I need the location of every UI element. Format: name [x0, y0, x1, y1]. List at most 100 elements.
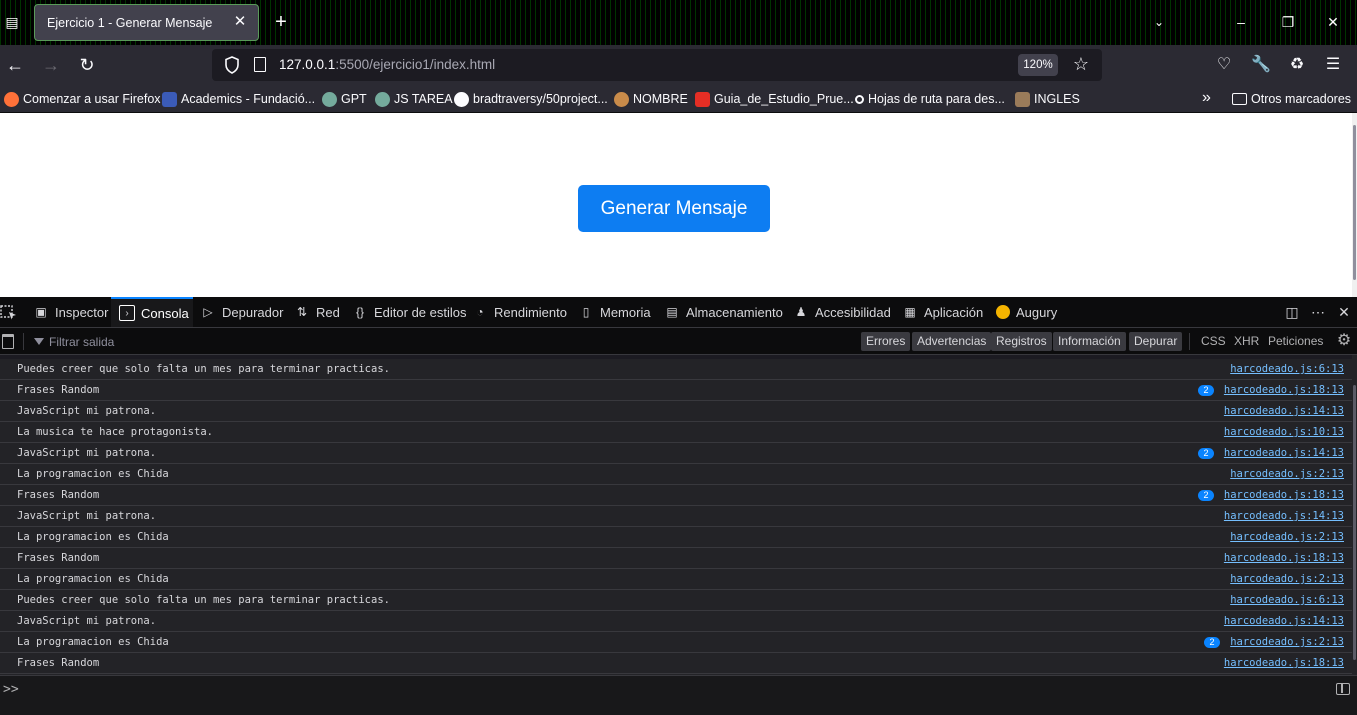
source-location-link[interactable]: harcodeado.js:2:13: [1230, 527, 1344, 547]
source-location-link[interactable]: harcodeado.js:6:13: [1230, 590, 1344, 610]
source-location-link[interactable]: harcodeado.js:18:13: [1224, 548, 1344, 568]
console-message-text: Puedes creer que solo falta un mes para …: [17, 594, 390, 606]
zoom-level[interactable]: 120%: [1018, 54, 1058, 76]
source-location-link[interactable]: harcodeado.js:2:13: [1230, 464, 1344, 484]
pocket-icon[interactable]: ♡: [1213, 54, 1235, 76]
bookmark-item[interactable]: Comenzar a usar Firefox: [4, 90, 161, 108]
trash-icon[interactable]: [2, 334, 14, 349]
bookmark-item[interactable]: NOMBRE: [614, 90, 688, 108]
extensions-icon[interactable]: ♻: [1286, 54, 1308, 76]
bookmark-star-icon[interactable]: ☆: [1070, 53, 1092, 75]
filter-input[interactable]: Filtrar salida: [34, 333, 114, 350]
forward-arrow-icon[interactable]: →: [40, 54, 62, 76]
editor-mode-icon[interactable]: [1336, 683, 1350, 695]
console-message-text: JavaScript mi patrona.: [17, 405, 157, 417]
source-location-link[interactable]: harcodeado.js:2:13: [1230, 632, 1344, 652]
bookmark-item[interactable]: GPT: [322, 90, 367, 108]
level-errors-button[interactable]: Errores: [861, 332, 911, 351]
generate-message-button[interactable]: Generar Mensaje: [578, 185, 770, 232]
tab-application[interactable]: ▦ Aplicación: [902, 297, 983, 327]
tab-augury[interactable]: Augury: [996, 297, 1057, 327]
source-location-link[interactable]: harcodeado.js:14:13: [1224, 443, 1344, 463]
filter-xhr-button[interactable]: XHR: [1234, 332, 1259, 351]
gear-icon[interactable]: ⚙: [1334, 331, 1354, 351]
console-message: JavaScript mi patrona. 2 harcodeado.js:14:…: [0, 443, 1352, 464]
chatgpt-icon: [322, 91, 337, 107]
accessibility-icon: ♟: [795, 305, 807, 319]
console-message-text: Frases Random: [17, 552, 100, 564]
memory-icon: ▯: [582, 305, 590, 319]
repeat-count-badge: 2: [1198, 448, 1214, 459]
chevron-down-icon[interactable]: ⌄: [1150, 11, 1168, 33]
repeat-count-badge: 2: [1198, 385, 1214, 396]
tab-performance[interactable]: ◔ Rendimiento: [472, 297, 567, 327]
bookmark-item[interactable]: INGLES: [1015, 90, 1080, 108]
source-location-link[interactable]: harcodeado.js:18:13: [1224, 380, 1344, 400]
source-location-link[interactable]: harcodeado.js:6:13: [1230, 359, 1344, 379]
bookmark-item[interactable]: Academics - Fundació...: [162, 90, 315, 108]
restore-icon[interactable]: ❐: [1277, 11, 1299, 33]
close-window-icon[interactable]: ✕: [1322, 11, 1344, 33]
source-location-link[interactable]: harcodeado.js:18:13: [1224, 653, 1344, 673]
console-message-text: Frases Random: [17, 384, 100, 396]
element-picker-icon[interactable]: [0, 303, 18, 321]
minimize-icon[interactable]: –: [1230, 11, 1252, 33]
page-scrollbar[interactable]: [1352, 113, 1357, 297]
level-warnings-button[interactable]: Advertencias: [912, 332, 992, 351]
level-debug-button[interactable]: Depurar: [1129, 332, 1183, 351]
tab-console[interactable]: › Consola: [111, 297, 193, 327]
dock-toggle-icon[interactable]: ◫: [1282, 302, 1302, 322]
tab-memory[interactable]: ▯ Memoria: [578, 297, 651, 327]
browser-tab[interactable]: Ejercicio 1 - Generar Mensaje ✕: [34, 4, 259, 41]
more-options-icon[interactable]: ⋯: [1308, 302, 1328, 322]
source-location-link[interactable]: harcodeado.js:10:13: [1224, 422, 1344, 442]
bookmark-item[interactable]: Hojas de ruta para des...: [855, 90, 1005, 108]
tab-storage[interactable]: ▤ Almacenamiento: [664, 297, 783, 327]
tab-accessibility[interactable]: ♟ Accesibilidad: [793, 297, 891, 327]
tab-strip: ▤ Ejercicio 1 - Generar Mensaje ✕ + ⌄ – …: [0, 0, 1357, 45]
console-toolbar: Filtrar salida Errores Advertencias Regi…: [0, 328, 1357, 355]
shield-icon[interactable]: [224, 56, 240, 74]
tab-list-icon[interactable]: ▤: [3, 13, 21, 31]
page-icon: [254, 57, 266, 72]
bookmarks-toolbar: Comenzar a usar Firefox Academics - Fund…: [0, 85, 1357, 113]
console-message: Frases Random harcodeado.js:18:13: [0, 548, 1352, 569]
source-location-link[interactable]: harcodeado.js:18:13: [1224, 485, 1344, 505]
console-message: JavaScript mi patrona. harcodeado.js:14:1…: [0, 611, 1352, 632]
console-message: Puedes creer que solo falta un mes para …: [0, 359, 1352, 380]
menu-icon[interactable]: ☰: [1322, 54, 1344, 76]
console-input[interactable]: >>: [0, 675, 1357, 715]
url-text[interactable]: 127.0.0.1:5500/ejercicio1/index.html: [279, 57, 495, 72]
tab-network[interactable]: ⇅ Red: [294, 297, 340, 327]
unam-icon: [1015, 91, 1030, 107]
filter-requests-button[interactable]: Peticiones: [1268, 332, 1323, 351]
bookmark-item[interactable]: Guia_de_Estudio_Prue...: [695, 90, 854, 108]
new-tab-icon[interactable]: +: [270, 11, 292, 33]
other-bookmarks[interactable]: Otros marcadores: [1232, 90, 1351, 108]
chevron-right-icon[interactable]: »: [1202, 89, 1211, 107]
back-arrow-icon[interactable]: ←: [4, 54, 26, 76]
filter-css-button[interactable]: CSS: [1201, 332, 1226, 351]
level-logs-button[interactable]: Registros: [991, 332, 1052, 351]
tab-inspector[interactable]: ▣ Inspector: [33, 297, 108, 327]
navigation-toolbar: ← → ↻ 127.0.0.1:5500/ejercicio1/index.ht…: [0, 45, 1357, 85]
close-devtools-icon[interactable]: ✕: [1334, 302, 1354, 322]
source-location-link[interactable]: harcodeado.js:2:13: [1230, 569, 1344, 589]
tab-debugger[interactable]: ▷ Depurador: [200, 297, 283, 327]
console-message-text: JavaScript mi patrona.: [17, 615, 157, 627]
address-bar[interactable]: 127.0.0.1:5500/ejercicio1/index.html 120…: [212, 49, 1102, 81]
console-message-text: La musica te hace protagonista.: [17, 426, 213, 438]
console-message-text: Frases Random: [17, 489, 100, 501]
source-location-link[interactable]: harcodeado.js:14:13: [1224, 506, 1344, 526]
reload-icon[interactable]: ↻: [76, 54, 98, 76]
wrench-icon[interactable]: 🔧: [1250, 54, 1272, 76]
close-tab-icon[interactable]: ✕: [231, 13, 249, 31]
level-info-button[interactable]: Información: [1053, 332, 1126, 351]
bookmark-item[interactable]: JS TAREA: [375, 90, 453, 108]
source-location-link[interactable]: harcodeado.js:14:13: [1224, 401, 1344, 421]
toolbar-divider: [23, 333, 24, 350]
console-scrollbar[interactable]: [1352, 355, 1357, 675]
tab-style-editor[interactable]: {} Editor de estilos: [352, 297, 467, 327]
source-location-link[interactable]: harcodeado.js:14:13: [1224, 611, 1344, 631]
bookmark-item[interactable]: bradtraversy/50project...: [454, 90, 608, 108]
